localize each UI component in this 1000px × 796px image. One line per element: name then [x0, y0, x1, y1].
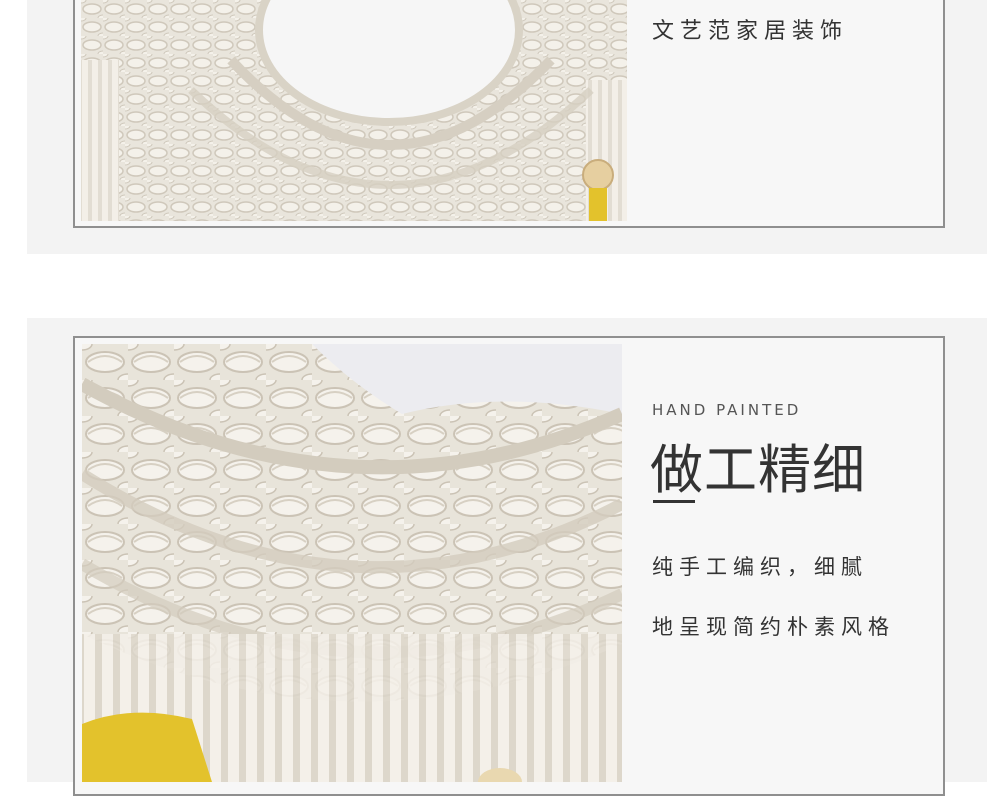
- description-line-2: 地呈现简约朴素风格: [652, 615, 895, 639]
- macrame-closeup-photo: [82, 344, 622, 782]
- decor-caption: 文艺范家居装饰: [652, 19, 849, 44]
- macrame-closeup-illustration: [82, 344, 622, 782]
- macrame-mirror-illustration: [81, 0, 627, 221]
- craftsmanship-headline: 做工精细: [650, 440, 866, 501]
- description-line-1: 纯手工编织，细腻: [652, 555, 868, 579]
- macrame-mirror-photo: [81, 0, 627, 221]
- headline-underline: [653, 500, 695, 503]
- hand-painted-eyebrow: HAND PAINTED: [652, 401, 802, 419]
